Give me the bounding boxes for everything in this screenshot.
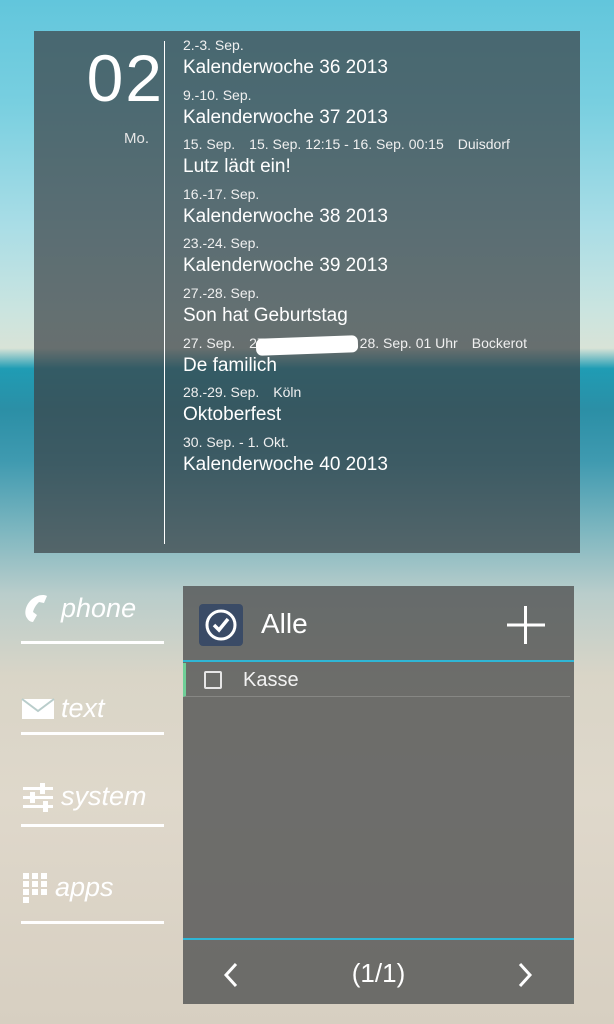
- task-widget: Alle Kasse (1/1): [183, 586, 574, 1004]
- nav-apps-label: apps: [55, 871, 114, 902]
- accent-line: [183, 938, 574, 940]
- phone-icon: [25, 594, 47, 622]
- nav-text[interactable]: text: [21, 677, 164, 769]
- accent-line: [183, 660, 574, 662]
- quick-nav: phone text system apps: [21, 585, 164, 953]
- event-date: 16.-17. Sep.: [183, 185, 260, 202]
- current-weekday: Mo.: [123, 130, 149, 147]
- event-date: 2.-3. Sep.: [183, 37, 244, 53]
- chevron-right-icon: [518, 962, 533, 988]
- task-label: Kasse: [243, 669, 299, 691]
- event-item[interactable]: 2.-3. Sep. Kalenderwoche 36 2013: [183, 37, 575, 87]
- nav-system[interactable]: system: [21, 769, 164, 861]
- redaction-mark: [255, 335, 359, 356]
- event-item[interactable]: 27.-28. Sep. Son hat Geburtstag: [183, 285, 575, 335]
- nav-underline: [21, 732, 164, 735]
- event-item[interactable]: 23.-24. Sep. Kalenderwoche 39 2013: [183, 235, 575, 285]
- event-item[interactable]: 27. Sep.27. Sep. 20 Uhr - 28. Sep. 01 Uh…: [183, 335, 575, 385]
- event-title: Kalenderwoche 40 2013: [183, 453, 388, 475]
- event-title: Kalenderwoche 39 2013: [183, 255, 388, 277]
- event-title: De familich: [183, 354, 277, 376]
- event-item[interactable]: 15. Sep. 15. Sep. 12:15 - 16. Sep. 00:15 D…: [183, 136, 575, 186]
- calendar-widget[interactable]: 02 Mo. 2.-3. Sep. Kalenderwoche 36 2013 …: [34, 31, 580, 553]
- list-select-button[interactable]: [199, 604, 243, 646]
- event-date: 27.-28. Sep.: [183, 284, 260, 301]
- nav-apps[interactable]: apps: [21, 861, 164, 953]
- event-title: Lutz lädt ein!: [183, 156, 291, 178]
- task-header: Alle: [183, 586, 574, 660]
- checkmark-circle-icon: [205, 609, 237, 641]
- event-item[interactable]: 16.-17. Sep. Kalenderwoche 38 2013: [183, 186, 575, 236]
- event-title: Son hat Geburtstag: [183, 304, 348, 326]
- event-title: Oktoberfest: [183, 404, 282, 426]
- nav-text-label: text: [61, 693, 105, 723]
- event-date: 30. Sep. - 1. Okt.: [183, 433, 289, 450]
- nav-underline: [21, 824, 164, 827]
- calendar-divider: [164, 41, 165, 544]
- event-list: 2.-3. Sep. Kalenderwoche 36 2013 9.-10. …: [183, 37, 575, 483]
- next-page-button[interactable]: [515, 960, 535, 990]
- envelope-icon: [21, 697, 55, 719]
- event-date: 15. Sep. 15. Sep. 12:15 - 16. Sep. 00:15 D…: [183, 136, 510, 153]
- event-item[interactable]: 9.-10. Sep. Kalenderwoche 37 2013: [183, 87, 575, 137]
- sliders-icon: [23, 782, 53, 812]
- task-checkbox[interactable]: [204, 671, 222, 689]
- nav-phone-label: phone: [61, 593, 137, 623]
- nav-phone[interactable]: phone: [21, 585, 164, 677]
- event-date: 27. Sep.27. Sep. 20 Uhr - 28. Sep. 01 Uh…: [183, 334, 527, 351]
- event-title: Kalenderwoche 37 2013: [183, 106, 388, 128]
- event-title: Kalenderwoche 38 2013: [183, 205, 388, 227]
- nav-underline: [21, 641, 164, 644]
- event-item[interactable]: 28.-29. Sep. Köln Oktoberfest: [183, 384, 575, 434]
- event-title: Kalenderwoche 36 2013: [183, 57, 388, 78]
- event-date: 28.-29. Sep. Köln: [183, 384, 302, 401]
- list-title: Alle: [261, 608, 308, 639]
- task-row[interactable]: Kasse: [183, 663, 570, 697]
- event-date: 23.-24. Sep.: [183, 235, 260, 252]
- prev-page-button[interactable]: [221, 960, 241, 990]
- add-task-button[interactable]: [505, 604, 547, 646]
- chevron-left-icon: [223, 962, 238, 988]
- event-date: 9.-10. Sep.: [183, 86, 252, 103]
- plus-icon: [507, 606, 545, 644]
- nav-underline: [21, 921, 164, 924]
- current-day-number: 02: [86, 41, 164, 115]
- grid-icon: [23, 873, 47, 903]
- nav-system-label: system: [61, 781, 147, 811]
- event-item[interactable]: 30. Sep. - 1. Okt. Kalenderwoche 40 2013: [183, 434, 575, 484]
